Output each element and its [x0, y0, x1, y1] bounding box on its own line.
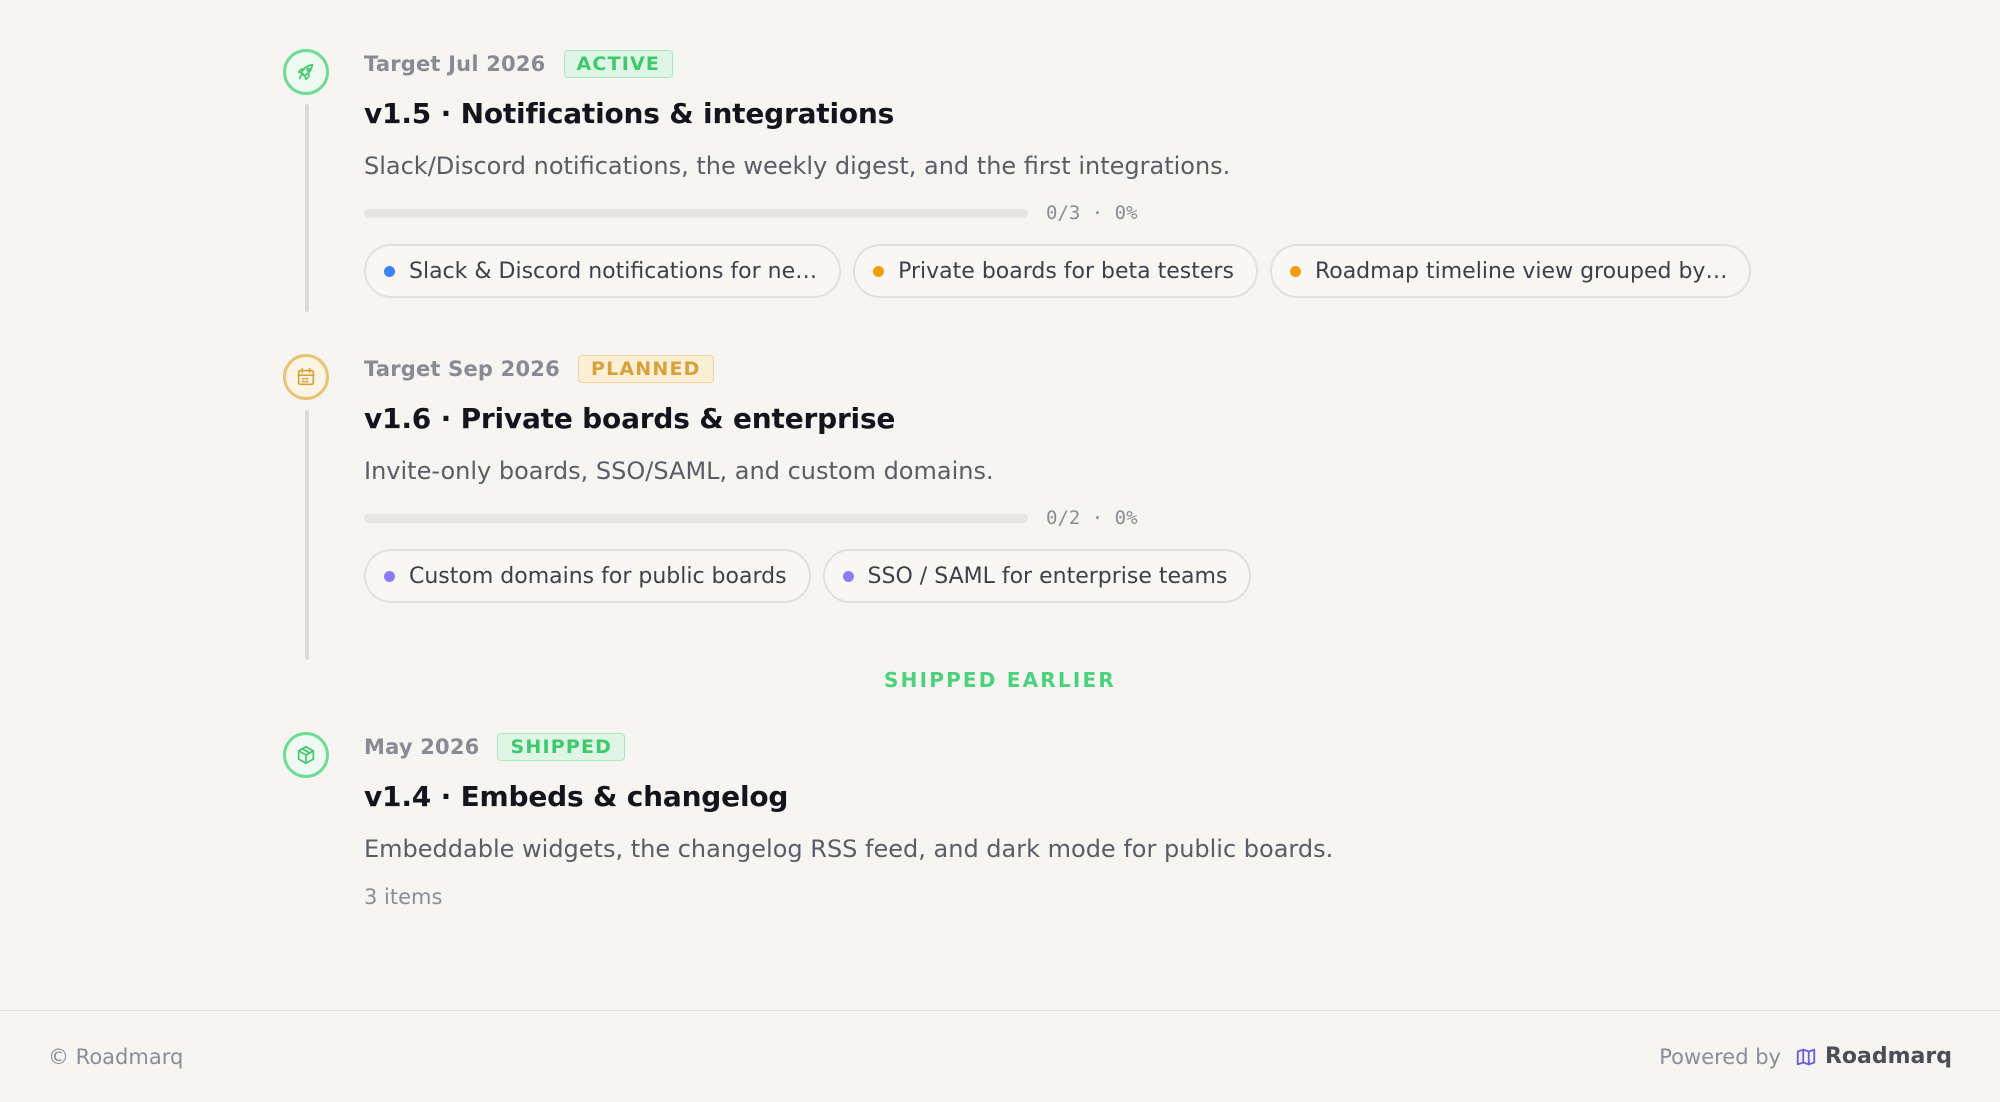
- milestone-meta: Target Jul 2026 ACTIVE: [364, 49, 1751, 79]
- status-badge: PLANNED: [577, 355, 714, 383]
- powered-by-label: Powered by: [1659, 1044, 1781, 1069]
- roadmap-item-chip[interactable]: Custom domains for public boards: [364, 549, 811, 603]
- status-dot: [873, 265, 885, 277]
- milestone-description: Invite-only boards, SSO/SAML, and custom…: [364, 457, 994, 485]
- roadmap-page: Target Jul 2026 ACTIVE v1.5 · Notificati…: [0, 0, 2000, 1010]
- roadmap-item-label: Roadmap timeline view grouped by…: [1314, 258, 1728, 284]
- progress-text: 0/3 · 0%: [1046, 202, 1138, 224]
- status-dot: [384, 265, 395, 277]
- copyright-text: © Roadmarq: [48, 1044, 184, 1069]
- milestone-title: v1.6 · Private boards & enterprise: [364, 402, 896, 435]
- milestone-progress: 0/2 · 0%: [364, 507, 1251, 529]
- milestone-meta: May 2026 SHIPPED: [364, 732, 1333, 762]
- shipped-earlier-label: SHIPPED EARLIER: [884, 668, 1116, 692]
- status-dot: [842, 570, 854, 582]
- milestone-node: [283, 354, 329, 400]
- milestone-node: [283, 732, 329, 778]
- brand-name: Roadmarq: [1824, 1044, 1952, 1069]
- milestone-target-date: Target Sep 2026: [364, 357, 560, 381]
- milestone-target-date: May 2026: [364, 735, 480, 759]
- milestone-card[interactable]: Target Jul 2026 ACTIVE v1.5 · Notificati…: [364, 49, 1752, 298]
- milestone-items: Slack & Discord notifications for ne… Pr…: [364, 244, 1752, 298]
- progress-bar: [364, 208, 1028, 218]
- milestone-card[interactable]: May 2026 SHIPPED v1.4 · Embeds & changel…: [364, 732, 1333, 909]
- timeline-rail: [305, 104, 309, 312]
- package-icon: [297, 745, 315, 765]
- milestone-node: [283, 49, 329, 95]
- status-dot: [384, 570, 395, 582]
- roadmap-item-label: Slack & Discord notifications for ne…: [409, 258, 818, 284]
- milestone-meta: Target Sep 2026 PLANNED: [364, 354, 1251, 384]
- powered-by-link[interactable]: Powered by Roadmarq: [1659, 1044, 1952, 1069]
- progress-bar: [364, 513, 1028, 523]
- milestone-target-date: Target Jul 2026: [364, 52, 546, 76]
- map-icon: [1796, 1048, 1816, 1065]
- roadmap-item-label: SSO / SAML for enterprise teams: [867, 563, 1228, 589]
- items-count: 3 items: [364, 885, 443, 909]
- status-dot: [1289, 265, 1301, 277]
- milestone-card[interactable]: Target Sep 2026 PLANNED v1.6 · Private b…: [364, 354, 1252, 603]
- roadmap-item-chip[interactable]: Roadmap timeline view grouped by…: [1269, 244, 1752, 298]
- roadmap-item-label: Private boards for beta testers: [898, 258, 1234, 284]
- milestone-items: Custom domains for public boards SSO / S…: [364, 549, 1252, 603]
- milestone-description: Embeddable widgets, the changelog RSS fe…: [364, 835, 1334, 863]
- progress-text: 0/2 · 0%: [1046, 507, 1138, 529]
- milestone-description: Slack/Discord notifications, the weekly …: [364, 152, 1231, 180]
- roadmap-item-chip[interactable]: SSO / SAML for enterprise teams: [822, 549, 1252, 603]
- roadmap-item-chip[interactable]: Private boards for beta testers: [853, 244, 1258, 298]
- rocket-icon: [297, 63, 314, 81]
- status-badge: ACTIVE: [563, 50, 674, 78]
- milestone-title: v1.5 · Notifications & integrations: [364, 97, 895, 130]
- page-footer: © Roadmarq Powered by Roadmarq: [0, 1010, 2000, 1102]
- calendar-icon: [297, 367, 315, 386]
- milestone-title: v1.4 · Embeds & changelog: [364, 780, 789, 813]
- roadmap-item-chip[interactable]: Slack & Discord notifications for ne…: [364, 244, 842, 298]
- milestone-progress: 0/3 · 0%: [364, 202, 1751, 224]
- status-badge: SHIPPED: [497, 733, 626, 761]
- roadmap-item-label: Custom domains for public boards: [409, 563, 787, 589]
- timeline-rail: [305, 410, 309, 660]
